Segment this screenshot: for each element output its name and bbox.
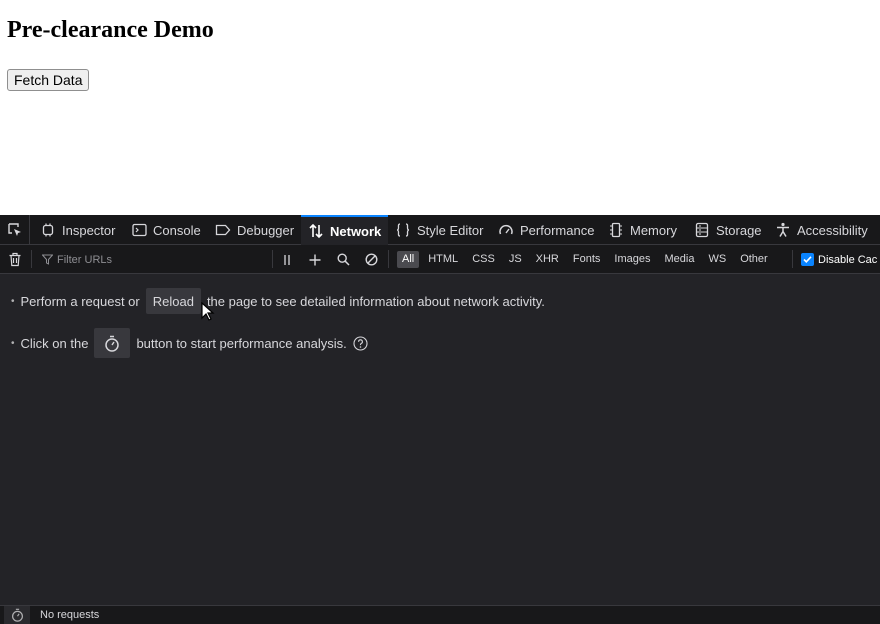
element-picker-icon (7, 223, 21, 236)
element-picker-button[interactable] (0, 215, 30, 245)
toolbar-divider (272, 250, 273, 268)
tab-memory[interactable]: Memory (608, 215, 677, 245)
filter-images[interactable]: Images (609, 251, 655, 268)
filter-fonts[interactable]: Fonts (568, 251, 606, 268)
help-icon[interactable] (353, 335, 368, 351)
filter-other[interactable]: Other (735, 251, 773, 268)
tab-label: Performance (520, 222, 595, 238)
tab-label: Debugger (237, 222, 295, 238)
style-editor-icon (395, 222, 411, 238)
clear-requests-button[interactable] (8, 245, 22, 274)
filter-all[interactable]: All (397, 251, 420, 268)
filter-ws[interactable]: WS (703, 251, 731, 268)
filter-html[interactable]: HTML (423, 251, 463, 268)
tab-label: Inspector (62, 222, 116, 238)
page-title: Pre-clearance Demo (7, 17, 214, 43)
performance-analysis-button[interactable] (94, 328, 131, 358)
tab-label: Accessibility (797, 222, 868, 238)
filter-media[interactable]: Media (659, 251, 699, 268)
reload-button[interactable]: Reload (145, 288, 201, 314)
tab-label: Style Editor (417, 222, 484, 238)
notice-text: Perform a request or (20, 293, 140, 309)
console-icon (131, 222, 147, 238)
stopwatch-icon (11, 608, 23, 622)
performance-notice: • Click on the button to start performan… (11, 328, 368, 358)
checkmark-icon (803, 256, 812, 263)
pause-button[interactable] (282, 245, 292, 274)
memory-icon (608, 222, 624, 238)
filter-xhr[interactable]: XHR (531, 251, 564, 268)
network-toolbar: All HTML CSS JS XHR Fonts Images Media W… (0, 245, 880, 274)
block-icon (365, 253, 378, 266)
filter-js[interactable]: JS (504, 251, 527, 268)
tab-accessibility[interactable]: Accessibility (775, 215, 868, 245)
tab-label: Network (330, 223, 382, 239)
tab-label: Console (153, 222, 201, 238)
bullet: • (11, 337, 15, 349)
reload-notice: • Perform a request or Reload the page t… (11, 288, 545, 314)
bullet: • (11, 295, 15, 307)
network-empty-panel: • Perform a request or Reload the page t… (0, 274, 880, 605)
block-requests-button[interactable] (365, 245, 378, 274)
notice-text: the page to see detailed information abo… (206, 293, 545, 309)
tab-label: Memory (630, 222, 677, 238)
notice-text: button to start performance analysis. (136, 335, 347, 351)
plus-icon (309, 254, 321, 265)
devtools-panel: Inspector Console Debugger Network Style (0, 215, 880, 624)
accessibility-icon (775, 222, 791, 238)
add-request-button[interactable] (309, 245, 321, 274)
stopwatch-icon (105, 335, 120, 352)
type-filters: All HTML CSS JS XHR Fonts Images Media W… (397, 245, 777, 274)
filter-icon (42, 254, 53, 265)
tab-style-editor[interactable]: Style Editor (395, 215, 483, 245)
request-count: No requests (40, 609, 100, 621)
tab-storage[interactable]: Storage (694, 215, 762, 245)
debugger-icon (215, 222, 231, 238)
tab-network[interactable]: Network (301, 215, 389, 245)
performance-icon (498, 222, 514, 238)
tab-label: Storage (716, 222, 762, 238)
trash-icon (9, 252, 21, 267)
web-page: Pre-clearance Demo Fetch Data (0, 0, 880, 215)
filter-urls-box[interactable] (42, 245, 257, 274)
filter-urls-input[interactable] (57, 253, 257, 266)
notice-text: Click on the (20, 335, 89, 351)
storage-icon (694, 222, 710, 238)
search-icon (337, 253, 350, 266)
inspector-icon (40, 222, 56, 238)
pause-icon (284, 254, 290, 265)
mouse-cursor-icon (201, 302, 215, 321)
performance-summary-button[interactable] (4, 605, 30, 624)
tab-console[interactable]: Console (131, 215, 201, 245)
fetch-data-button[interactable]: Fetch Data (7, 69, 90, 91)
devtools-tabbar: Inspector Console Debugger Network Style (0, 215, 880, 245)
tab-performance[interactable]: Performance (498, 215, 594, 245)
network-icon (308, 223, 324, 239)
tab-debugger[interactable]: Debugger (215, 215, 294, 245)
disable-cache-label: Disable Cac (818, 253, 878, 266)
network-statusbar: No requests (0, 605, 880, 624)
disable-cache-checkbox[interactable] (801, 253, 814, 266)
filter-css[interactable]: CSS (467, 251, 500, 268)
search-button[interactable] (337, 245, 350, 274)
disable-cache-toggle[interactable]: Disable Cac (801, 245, 877, 274)
toolbar-divider (388, 250, 389, 268)
toolbar-divider (31, 250, 32, 268)
toolbar-divider (792, 250, 793, 268)
tab-inspector[interactable]: Inspector (40, 215, 115, 245)
